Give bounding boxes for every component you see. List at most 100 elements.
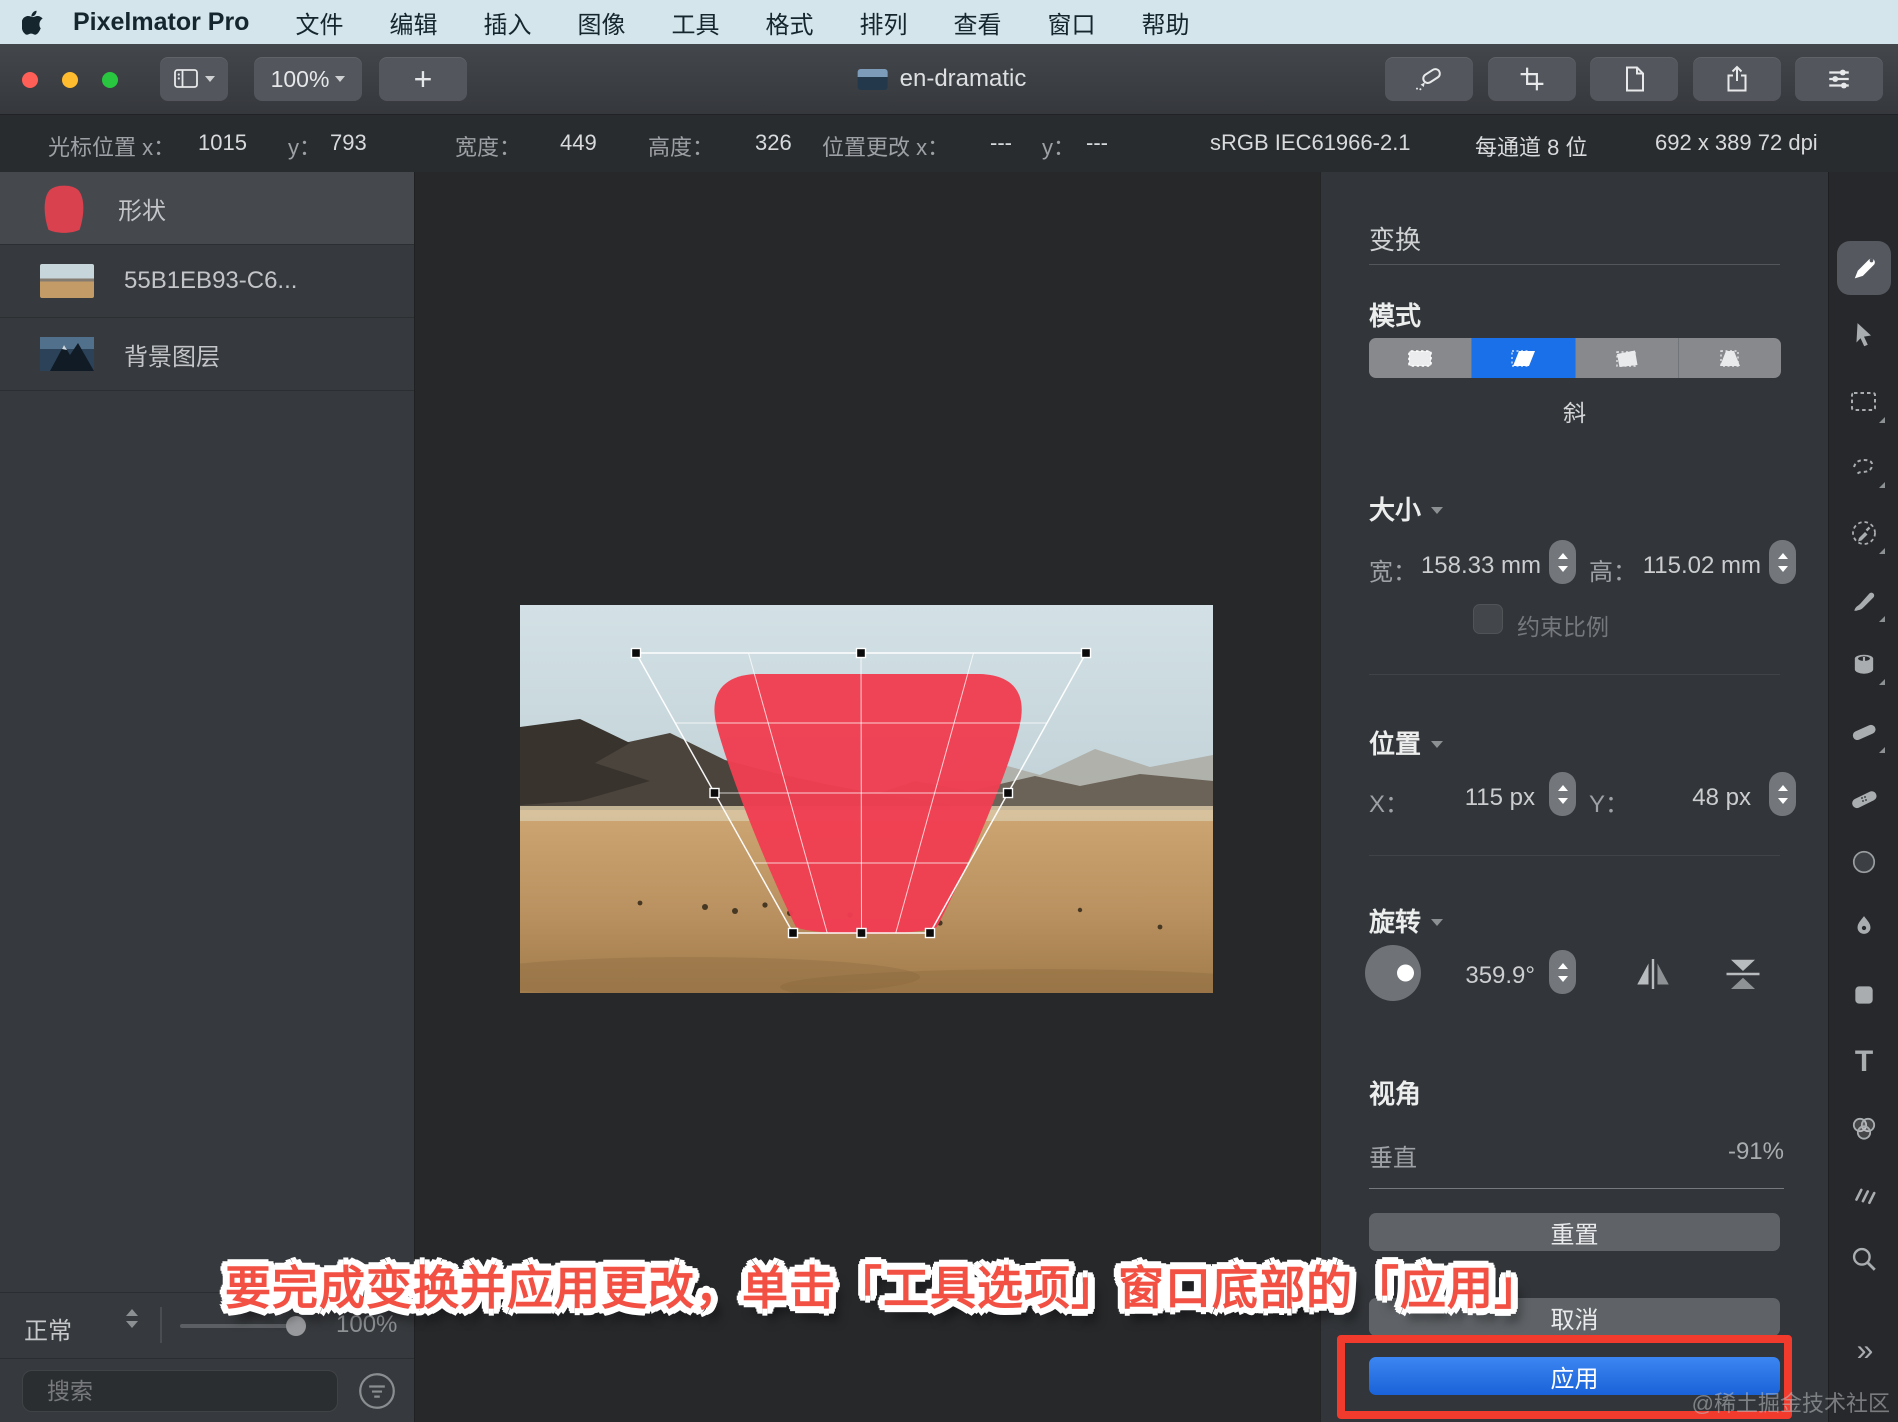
menu-item-tools[interactable]: 工具 [671,5,719,40]
tool-color-adjustments[interactable] [1837,1102,1891,1156]
cursor-x-value: 1015 [198,130,247,155]
position-x-stepper[interactable] [1549,772,1576,816]
minimize-window-button[interactable] [62,72,78,88]
perspective-icon [1719,349,1740,367]
tool-effects[interactable] [1837,1165,1891,1219]
layer-row-shape[interactable]: 形状 [0,172,414,245]
photo-layer-thumbnail [40,264,94,298]
retouch-tool-button[interactable] [1385,57,1473,101]
mode-perspective-button[interactable] [1679,338,1781,378]
menu-item-view[interactable]: 查看 [953,5,1001,40]
zoom-window-button[interactable] [102,72,118,88]
layer-search-field[interactable] [22,1370,345,1412]
submenu-indicator [1879,747,1885,753]
tool-lasso[interactable] [1837,440,1891,494]
transform-handle[interactable] [709,787,720,799]
pixelmator-window: Pixelmator Pro 文件 编辑 插入 图像 工具 格式 排列 查看 窗… [0,0,1898,1422]
sidebar-view-button[interactable] [160,57,228,101]
mode-skew-button[interactable] [1472,338,1576,378]
tool-text[interactable]: T [1837,1035,1891,1089]
text-tool-icon: T [1854,1045,1874,1078]
add-layer-button[interactable]: + [379,57,467,101]
arrow-cursor-icon [1856,323,1871,347]
transform-handle[interactable] [630,647,642,659]
color-circles-icon [1852,1117,1876,1140]
canvas-area[interactable] [415,172,1320,1422]
transform-handle[interactable] [787,927,799,939]
menu-item-window[interactable]: 窗口 [1047,5,1095,40]
flip-horizontal-icon[interactable] [1633,956,1673,992]
cursor-y-value: 793 [330,130,367,155]
height-label: 高度： [648,135,715,160]
width-stepper[interactable] [1549,540,1576,584]
submenu-indicator [1879,482,1885,488]
rotation-section-label: 旋转 [1369,902,1444,939]
tool-options-button[interactable] [1795,57,1883,101]
mode-distort-button[interactable] [1576,338,1679,378]
tool-paint[interactable] [1837,574,1891,628]
tool-zoom[interactable] [1837,1232,1891,1286]
search-input[interactable] [45,1376,345,1406]
transform-handle[interactable] [1080,647,1092,659]
size-width-value[interactable]: 158.33 mm [1417,552,1541,580]
transform-handle[interactable] [924,927,936,939]
position-x-value[interactable]: 115 px [1417,784,1535,812]
tool-fill[interactable] [1837,637,1891,691]
tool-rect-select[interactable] [1837,375,1891,429]
tool-erase[interactable] [1837,705,1891,759]
crop-icon [1520,67,1544,91]
menu-bar: Pixelmator Pro 文件 编辑 插入 图像 工具 格式 排列 查看 窗… [0,0,1898,44]
document-thumbnail-icon [857,68,888,90]
tool-shape[interactable] [1837,968,1891,1022]
position-y-value[interactable]: 48 px [1637,784,1751,812]
share-button[interactable] [1693,57,1781,101]
new-document-button[interactable] [1590,57,1678,101]
app-menu-title[interactable]: Pixelmator Pro [73,8,249,37]
menu-item-help[interactable]: 帮助 [1141,5,1189,40]
crop-button[interactable] [1488,57,1576,101]
size-height-value[interactable]: 115.02 mm [1637,552,1761,580]
zoom-level-button[interactable]: 100% [254,57,362,101]
arrange-tool-icon [1854,258,1875,279]
tool-pen[interactable] [1837,901,1891,955]
blend-mode-select[interactable]: 正常 [24,1311,72,1346]
position-y-stepper[interactable] [1769,772,1796,816]
layer-row-photo[interactable]: 55B1EB93-C6... [0,245,414,318]
more-tools-button[interactable]: » [1829,1334,1898,1368]
apple-menu-icon[interactable] [22,9,43,35]
rotation-dial[interactable] [1365,945,1421,1001]
menu-item-format[interactable]: 格式 [765,5,813,40]
reset-button[interactable]: 重置 [1369,1213,1780,1251]
filter-icon[interactable] [358,1372,396,1410]
rotation-stepper[interactable] [1549,950,1576,994]
constrain-proportions-checkbox[interactable] [1473,604,1503,634]
close-window-button[interactable] [22,72,38,88]
tool-retouch[interactable] [1837,772,1891,826]
divider [1369,674,1780,675]
menu-item-image[interactable]: 图像 [577,5,625,40]
size-height-label: 高： [1589,559,1637,586]
height-stepper[interactable] [1769,540,1796,584]
submenu-indicator [1879,679,1885,685]
tool-style-arrow[interactable] [1837,308,1891,362]
menu-item-arrange[interactable]: 排列 [859,5,907,40]
canvas-photo[interactable] [520,605,1213,993]
red-shape[interactable] [714,674,1022,934]
transform-handle[interactable] [856,927,867,939]
mode-free-button[interactable] [1369,338,1473,378]
transform-handle[interactable] [855,647,867,659]
menu-item-file[interactable]: 文件 [295,5,343,40]
perspective-slider[interactable] [1369,1188,1784,1189]
opacity-slider-knob[interactable] [286,1316,306,1336]
layer-row-background[interactable]: 背景图层 [0,318,414,391]
tool-clone[interactable] [1837,835,1891,889]
menu-item-insert[interactable]: 插入 [483,5,531,40]
rotation-value[interactable]: 359.9° [1431,962,1535,990]
menu-item-edit[interactable]: 编辑 [389,5,437,40]
title-bar: 100% + en-dramatic [0,44,1898,115]
tool-color-select[interactable] [1837,506,1891,560]
blend-mode-stepper-icon[interactable] [126,1309,138,1328]
flip-vertical-icon[interactable] [1723,956,1763,992]
tool-arrange[interactable] [1837,241,1891,295]
transform-handle[interactable] [1002,787,1014,799]
